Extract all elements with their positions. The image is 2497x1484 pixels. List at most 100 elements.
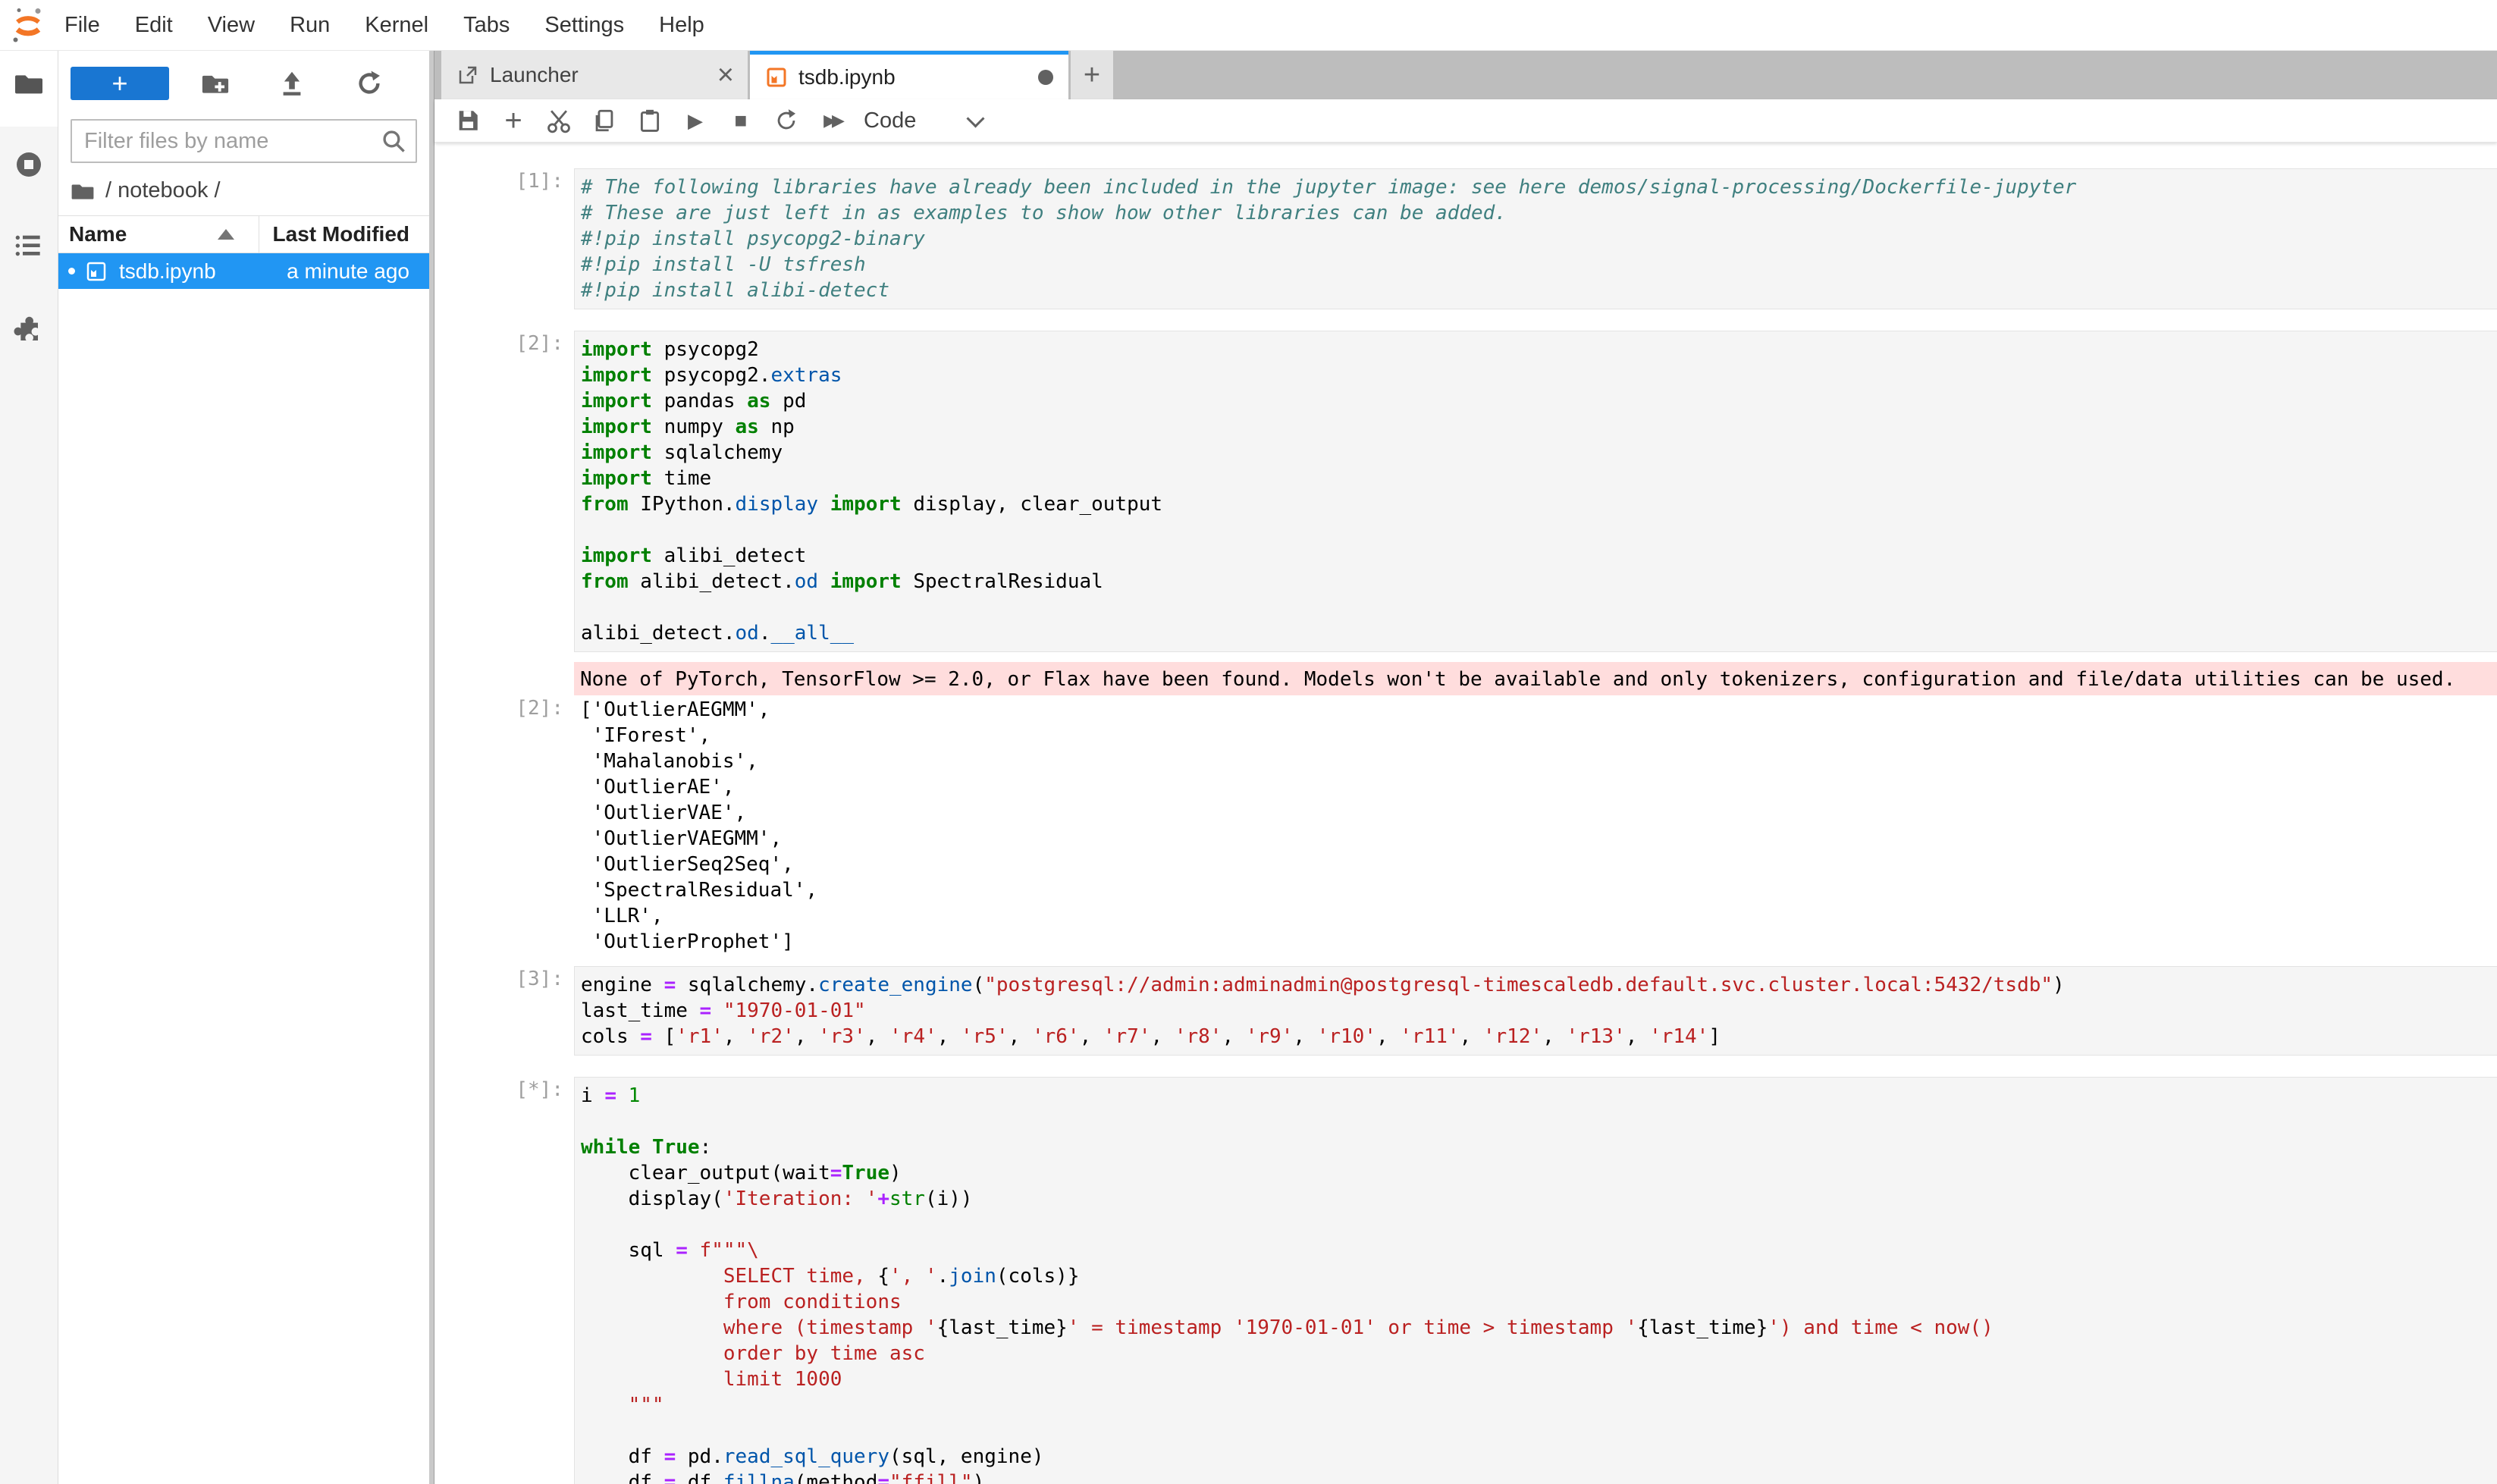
tab-bar: Launcher × tsdb.ipynb + xyxy=(434,51,2497,99)
code-line: alibi_detect.od.__all__ xyxy=(581,620,2497,646)
code-cell-input[interactable]: import psycopg2import psycopg2.extrasimp… xyxy=(574,331,2497,652)
menu-edit[interactable]: Edit xyxy=(118,13,190,38)
input-row: [3]:engine = sqlalchemy.create_engine("p… xyxy=(434,966,2497,1056)
code-line: from conditions xyxy=(581,1289,2497,1315)
code-line: import time xyxy=(581,466,2497,491)
code-line: # The following libraries have already b… xyxy=(581,174,2497,200)
code-cell-input[interactable]: engine = sqlalchemy.create_engine("postg… xyxy=(574,966,2497,1056)
launcher-icon xyxy=(456,64,479,86)
jupyter-logo-icon xyxy=(9,6,47,44)
upload-icon[interactable] xyxy=(278,69,306,98)
save-icon[interactable] xyxy=(445,103,491,138)
code-line: SELECT time, {', '.join(cols)} xyxy=(581,1263,2497,1289)
code-line: i = 1 xyxy=(581,1083,2497,1109)
stderr-row: None of PyTorch, TensorFlow >= 2.0, or F… xyxy=(434,662,2497,697)
cell-prompt xyxy=(434,662,574,697)
cell-type-dropdown[interactable]: Code xyxy=(864,108,982,133)
notebook-icon xyxy=(765,66,788,89)
code-line: 'OutlierVAEGMM', xyxy=(580,826,2497,852)
file-name: tsdb.ipynb xyxy=(119,259,216,284)
menu-kernel[interactable]: Kernel xyxy=(347,13,446,38)
code-line: import pandas as pd xyxy=(581,388,2497,414)
cell-prompt: [3]: xyxy=(434,966,574,1056)
menu-file[interactable]: File xyxy=(47,13,118,38)
breadcrumb[interactable]: / notebook / xyxy=(58,163,429,215)
tab-launcher[interactable]: Launcher × xyxy=(441,51,748,99)
file-browser-panel: + xyxy=(58,51,429,1484)
code-line: 'OutlierProphet'] xyxy=(580,929,2497,955)
sort-ascending-icon xyxy=(218,229,234,240)
code-line: # These are just left in as examples to … xyxy=(581,200,2497,226)
filter-files-input[interactable] xyxy=(71,119,417,163)
restart-run-all-icon[interactable]: ▶▶ xyxy=(809,103,855,138)
code-line: 'Mahalanobis', xyxy=(580,748,2497,774)
code-cell-input[interactable]: i = 1 while True: clear_output(wait=True… xyxy=(574,1077,2497,1484)
unsaved-changes-indicator[interactable] xyxy=(1038,70,1053,85)
copy-icon[interactable] xyxy=(582,103,627,138)
panel-resize-handle[interactable] xyxy=(429,51,434,1484)
code-line: 'OutlierSeq2Seq', xyxy=(580,852,2497,877)
code-line: 'OutlierVAE', xyxy=(580,800,2497,826)
stop-icon[interactable]: ■ xyxy=(718,103,764,138)
column-header-name[interactable]: Name xyxy=(58,216,259,253)
running-indicator-dot xyxy=(68,268,75,275)
new-tab-button[interactable]: + xyxy=(1071,51,1113,99)
code-line: import psycopg2.extras xyxy=(581,362,2497,388)
code-line: 'LLR', xyxy=(580,903,2497,929)
restart-kernel-icon[interactable] xyxy=(764,103,809,138)
run-icon[interactable]: ▶ xyxy=(673,103,718,138)
input-row: [1]:# The following libraries have alrea… xyxy=(434,168,2497,309)
input-row: [*]:i = 1 while True: clear_output(wait=… xyxy=(434,1077,2497,1484)
home-folder-icon[interactable] xyxy=(71,179,95,203)
close-tab-icon[interactable]: × xyxy=(717,64,734,86)
new-launcher-button[interactable]: + xyxy=(71,67,169,100)
code-line: None of PyTorch, TensorFlow >= 2.0, or F… xyxy=(580,667,2497,692)
code-line xyxy=(581,595,2497,620)
code-line: display('Iteration: '+str(i)) xyxy=(581,1186,2497,1212)
notebook-file-icon xyxy=(85,260,108,283)
notebook-cells: [1]:# The following libraries have alrea… xyxy=(434,143,2497,1484)
code-line xyxy=(581,517,2497,543)
menu-help[interactable]: Help xyxy=(642,13,722,38)
code-line: while True: xyxy=(581,1134,2497,1160)
menu-run[interactable]: Run xyxy=(272,13,347,38)
cell-type-label: Code xyxy=(864,108,916,133)
input-row: [2]:import psycopg2import psycopg2.extra… xyxy=(434,331,2497,652)
refresh-icon[interactable] xyxy=(355,69,384,98)
code-line: from IPython.display import display, cle… xyxy=(581,491,2497,517)
paste-icon[interactable] xyxy=(627,103,673,138)
tab-tsdb-ipynb[interactable]: tsdb.ipynb xyxy=(750,51,1068,99)
code-line: 'SpectralResidual', xyxy=(580,877,2497,903)
code-line: limit 1000 xyxy=(581,1366,2497,1392)
cell-prompt: [2]: xyxy=(434,695,574,956)
new-folder-icon[interactable] xyxy=(201,69,230,98)
code-line: cols = ['r1', 'r2', 'r3', 'r4', 'r5', 'r… xyxy=(581,1024,2497,1049)
code-line: import alibi_detect xyxy=(581,543,2497,569)
add-cell-icon[interactable]: + xyxy=(491,103,536,138)
cell-prompt: [*]: xyxy=(434,1077,574,1484)
stderr-output: None of PyTorch, TensorFlow >= 2.0, or F… xyxy=(574,662,2497,697)
code-cell-input[interactable]: # The following libraries have already b… xyxy=(574,168,2497,309)
code-line: 'IForest', xyxy=(580,723,2497,748)
column-header-last-modified[interactable]: Last Modified xyxy=(259,216,429,253)
chevron-down-icon xyxy=(967,109,985,127)
code-line: #!pip install -U tsfresh xyxy=(581,252,2497,278)
code-line xyxy=(581,1418,2497,1444)
code-line: """ xyxy=(581,1392,2497,1418)
running-kernels-icon[interactable] xyxy=(14,149,44,180)
extensions-icon[interactable] xyxy=(14,312,44,342)
cut-icon[interactable] xyxy=(536,103,582,138)
file-row-tsdb-ipynb[interactable]: tsdb.ipynb a minute ago xyxy=(58,253,429,289)
code-line: ['OutlierAEGMM', xyxy=(580,697,2497,723)
search-icon xyxy=(381,128,406,154)
code-line: where (timestamp '{last_time}' = timesta… xyxy=(581,1315,2497,1341)
menu-tabs[interactable]: Tabs xyxy=(446,13,527,38)
code-line: 'OutlierAE', xyxy=(580,774,2497,800)
folder-icon[interactable] xyxy=(14,68,44,99)
jupyterlab-window: File Edit View Run Kernel Tabs Settings … xyxy=(0,0,2497,1484)
menu-view[interactable]: View xyxy=(190,13,272,38)
code-line: order by time asc xyxy=(581,1341,2497,1366)
table-of-contents-icon[interactable] xyxy=(14,231,44,261)
code-line: #!pip install psycopg2-binary xyxy=(581,226,2497,252)
menu-settings[interactable]: Settings xyxy=(527,13,642,38)
